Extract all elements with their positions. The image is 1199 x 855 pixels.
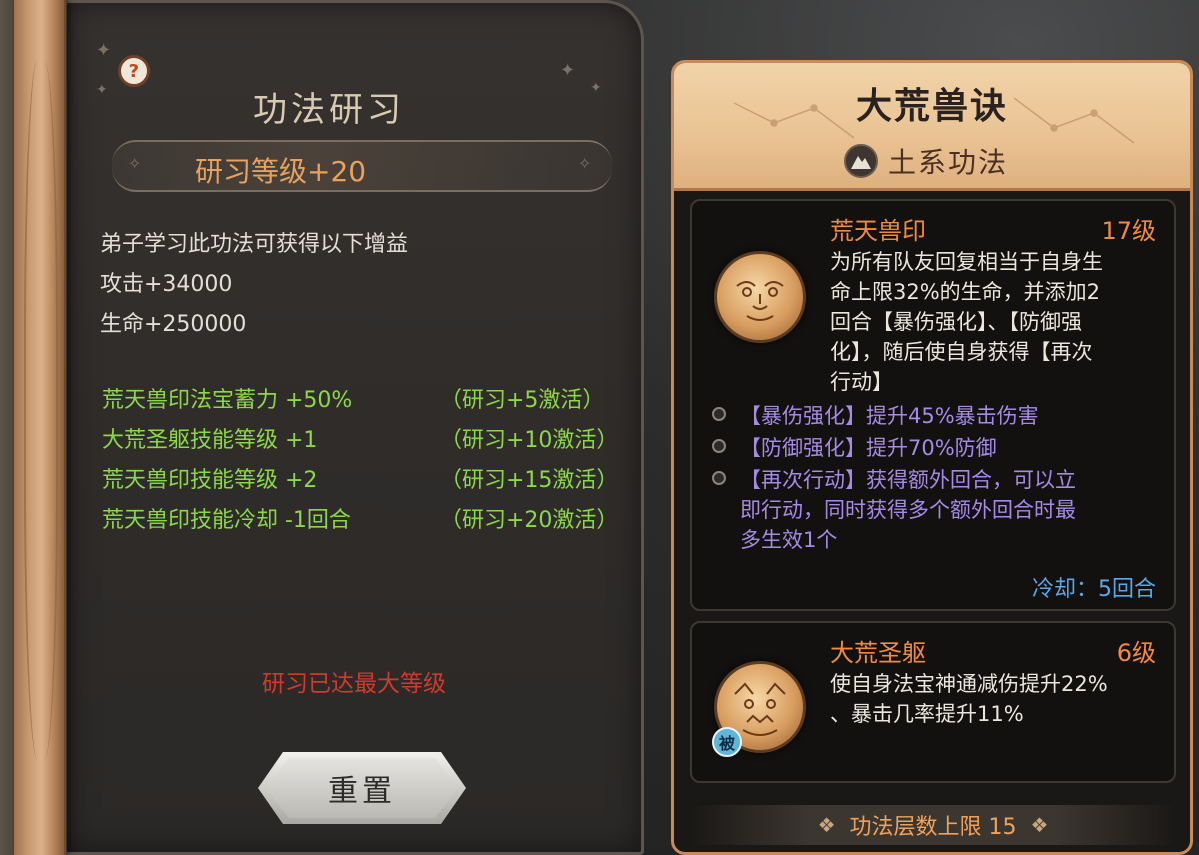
bullet-icon [712,471,726,485]
page-title: 功法研习 [253,90,405,130]
bonus-row: 大荒圣躯技能等级 +1 （研习+10激活） [100,422,620,453]
skill-desc-line: 使自身法宝神通减伤提升22% [830,672,1108,696]
bonus-name: 荒天兽印法宝蓄力 +50% [102,388,353,413]
banner-ornament-icon: ✧ [128,154,142,173]
stat-hp: 生命+250000 [100,312,247,337]
banner-ornament-icon: ✧ [578,154,592,173]
element-type: 土系功法 [844,143,1008,179]
stat-attack: 攻击+34000 [100,272,233,297]
reset-button-label: 重置 [328,774,396,809]
mountain-glyph [851,156,871,169]
bullet-icon [712,407,726,421]
effect-text: 【防御强化】提升70%防御 [740,436,997,460]
bonus-name: 荒天兽印技能冷却 -1回合 [102,508,351,533]
skill-desc-line: 回合【暴伤强化】、【防御强 [830,310,1082,334]
bonus-condition: （研习+10激活） [440,428,619,453]
bonus-name: 大荒圣躯技能等级 +1 [102,428,318,453]
passive-badge: 被 [712,727,742,757]
effect-text-line: 多生效1个 [740,528,838,552]
technique-title: 大荒兽诀 [855,86,1008,127]
sparkle-icon: ✦ [590,80,602,96]
bonus-row: 荒天兽印法宝蓄力 +50% （研习+5激活） [100,382,620,413]
max-level-notice: 研习已达最大等级 [262,671,446,697]
skill-desc-line: 命上限32%的生命，并添加2 [830,280,1101,304]
bonus-condition: （研习+5激活） [440,388,605,413]
skill-desc-line: 行动】 [830,370,893,394]
sparkle-icon: ✦ [560,60,576,81]
technique-detail-panel: 大荒兽诀 土系功法 荒天兽印 17级 为所有队友回复相当于自身生 命上限32%的… [671,60,1193,855]
element-label: 土系功法 [888,146,1009,179]
skill-level: 17级 [1101,217,1156,245]
skill-name: 荒天兽印 [830,217,926,245]
skill-card-passive[interactable]: 被 大荒圣躯 6级 使自身法宝神通减伤提升22% 、暴击几率提升11% [690,621,1176,783]
help-glyph: ? [128,60,140,82]
sparkle-icon: ✦ [96,82,108,98]
study-description: 弟子学习此功法可获得以下增益 [100,232,409,257]
effect-text-line: 【再次行动】获得额外回合，可以立 [740,468,1076,492]
scroll-rod [14,0,66,855]
skill-level: 6级 [1116,639,1156,667]
reset-button[interactable]: 重置 [258,752,466,824]
technique-header: 大荒兽诀 土系功法 [674,63,1190,191]
skill-description: 为所有队友回复相当于自身生 命上限32%的生命，并添加2 回合【暴伤强化】、【防… [830,247,1103,397]
skill-desc-line: 为所有队友回复相当于自身生 [830,250,1103,274]
effect-row: 【暴伤强化】提升45%暴击伤害 [712,401,1172,431]
skill-card-active[interactable]: 荒天兽印 17级 为所有队友回复相当于自身生 命上限32%的生命，并添加2 回合… [690,199,1176,611]
skill-cooldown: 冷却：5回合 [1032,577,1156,602]
effect-text-line: 即行动，同时获得多个额外回合时最 [740,498,1076,522]
effect-text: 【再次行动】获得额外回合，可以立 即行动，同时获得多个额外回合时最 多生效1个 [740,465,1170,555]
layer-limit-text: 功法层数上限 15 [849,815,1017,840]
skill-name: 大荒圣躯 [830,639,926,667]
skill-desc-line: 化】，随后使自身获得【再次 [830,340,1093,364]
effect-row: 【再次行动】获得额外回合，可以立 即行动，同时获得多个额外回合时最 多生效1个 [712,465,1172,557]
effect-text: 【暴伤强化】提升45%暴击伤害 [740,404,1039,428]
ornament-icon: ❖ [817,813,836,837]
effect-row: 【防御强化】提升70%防御 [712,433,1172,463]
beast-seal-skill-icon [714,251,806,343]
sparkle-icon: ✦ [96,40,112,61]
bonus-condition: （研习+20激活） [440,508,619,533]
bonus-name: 荒天兽印技能等级 +2 [102,468,318,493]
bullet-icon [712,439,726,453]
bonus-condition: （研习+15激活） [440,468,619,493]
bonus-row: 荒天兽印技能冷却 -1回合 （研习+20激活） [100,502,620,533]
skill-desc-line: 、暴击几率提升11% [830,702,1024,726]
technique-layer-limit: ❖ 功法层数上限 15 ❖ [690,805,1176,845]
skill-description: 使自身法宝神通减伤提升22% 、暴击几率提升11% [830,669,1108,729]
earth-mountain-icon [844,144,878,178]
bonus-row: 荒天兽印技能等级 +2 （研习+15激活） [100,462,620,493]
study-level-text: 研习等级+20 [195,155,367,188]
ornament-icon: ❖ [1030,813,1049,837]
